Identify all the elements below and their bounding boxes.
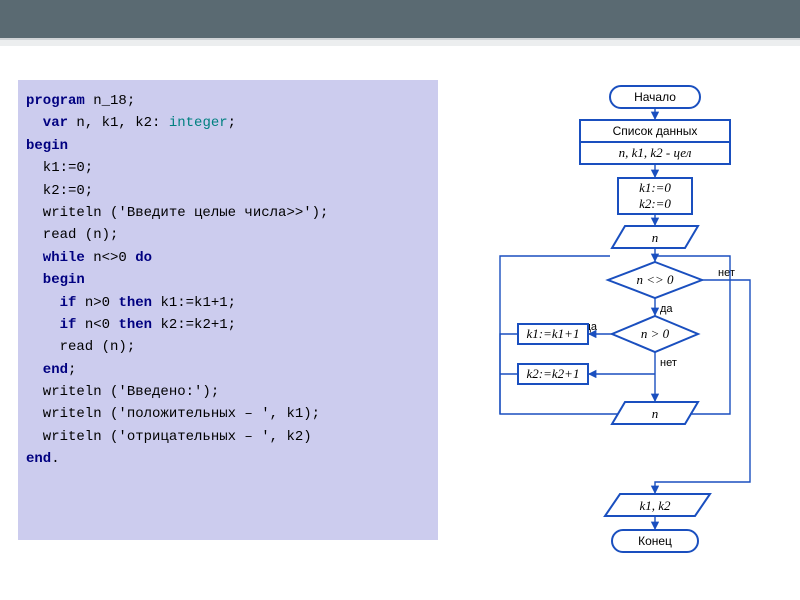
flowchart: Начало Список данных n, k1, k2 - цел k1:…: [460, 84, 790, 584]
vars-label: n, k1, k2 - цел: [619, 145, 692, 160]
window-topbar: [0, 0, 800, 40]
code-t: .: [51, 451, 59, 467]
code-line: k2:=0;: [26, 183, 93, 199]
code-t: n<0: [76, 317, 118, 333]
init2-label: k2:=0: [639, 196, 671, 211]
code-line: writeln ('Введено:');: [26, 384, 219, 400]
code-line: writeln ('положительных – ', k1);: [26, 406, 320, 422]
kw-begin: begin: [26, 138, 68, 154]
code-t: ;: [68, 362, 76, 378]
cond2-no: нет: [660, 357, 677, 369]
code-block: program n_18; var n, k1, k2: integer; be…: [26, 90, 430, 471]
init1-label: k1:=0: [639, 180, 671, 195]
code-t: n_18;: [85, 93, 135, 109]
code-line: writeln ('отрицательных – ', k2): [26, 429, 312, 445]
code-t: n<>0: [85, 250, 135, 266]
assign-k1-label: k1:=k1+1: [527, 326, 580, 341]
code-line: read (n);: [26, 227, 118, 243]
cond2-label: n > 0: [641, 326, 670, 341]
kw-end2: end: [26, 451, 51, 467]
kw-begin2: begin: [26, 272, 85, 288]
code-t: k1:=k1+1;: [152, 295, 236, 311]
code-t: ;: [228, 115, 236, 131]
cond1-no: нет: [718, 267, 735, 279]
input-n2-label: n: [652, 406, 659, 421]
data-heading-label: Список данных: [613, 124, 698, 138]
kw-then2: then: [118, 317, 152, 333]
output-label: k1, k2: [639, 498, 671, 513]
kw-then: then: [118, 295, 152, 311]
kw-end: end: [26, 362, 68, 378]
kw-if: if: [26, 295, 76, 311]
input-n1-label: n: [652, 230, 659, 245]
cond1-label: n <> 0: [636, 272, 674, 287]
assign-k2-label: k2:=k2+1: [527, 366, 580, 381]
code-line: read (n);: [26, 339, 135, 355]
code-t: n>0: [76, 295, 118, 311]
cond1-yes: да: [660, 303, 673, 315]
kw-if2: if: [26, 317, 76, 333]
start-label: Начало: [634, 90, 676, 104]
code-t: k2:=k2+1;: [152, 317, 236, 333]
type-integer: integer: [169, 115, 228, 131]
code-line: writeln ('Введите целые числа>>');: [26, 205, 328, 221]
code-t: n, k1, k2:: [68, 115, 169, 131]
kw-while: while: [26, 250, 85, 266]
end-label: Конец: [638, 534, 672, 548]
code-line: k1:=0;: [26, 160, 93, 176]
code-panel: program n_18; var n, k1, k2: integer; be…: [18, 80, 438, 540]
kw-do: do: [135, 250, 152, 266]
kw-var: var: [26, 115, 68, 131]
kw-program: program: [26, 93, 85, 109]
